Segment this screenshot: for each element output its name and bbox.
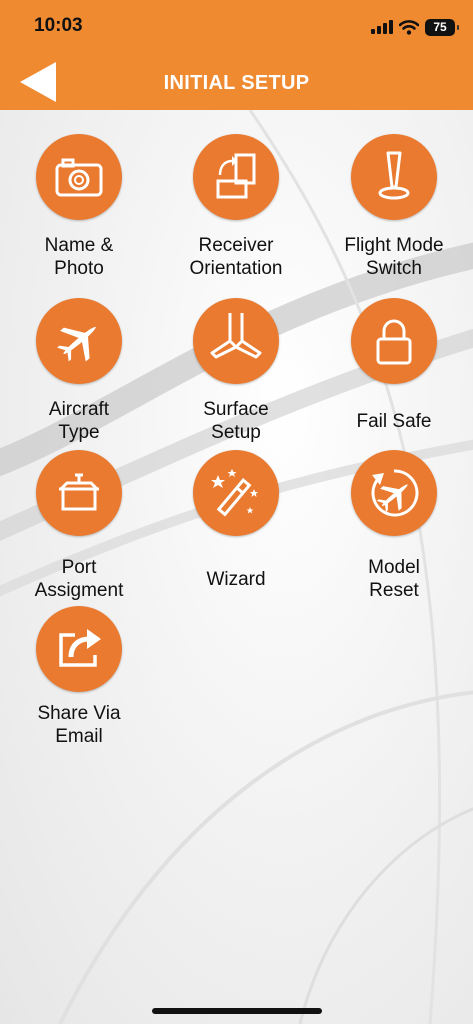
tile-label: Aircraft Type (48, 399, 110, 443)
page-title: INITIAL SETUP (163, 72, 310, 94)
tile-share-via-email[interactable]: Share Via Email (4, 606, 154, 748)
tile-label: Model Reset (368, 557, 420, 601)
tile-circle (36, 606, 122, 692)
tile-circle (193, 450, 279, 536)
battery-icon: 75 (425, 18, 459, 36)
tile-circle (193, 134, 279, 220)
airplane-icon (57, 326, 96, 362)
tile-surface-setup[interactable]: Surface Setup (161, 298, 311, 444)
tile-receiver-orientation[interactable]: Receiver Orientation (161, 134, 311, 280)
battery-level: 75 (433, 20, 447, 34)
tile-circle (193, 298, 279, 384)
tile-label: Port Assigment (34, 557, 124, 601)
switch-icon (378, 151, 410, 200)
tile-label: Surface Setup (203, 399, 269, 443)
rotate-device-icon (216, 153, 256, 199)
camera-icon (55, 158, 103, 197)
header-bar: 10:03 75 INITIAL SETUP (0, 0, 473, 110)
tile-label: Flight Mode Switch (344, 235, 444, 279)
home-indicator[interactable] (152, 1008, 322, 1014)
tile-flight-mode-switch[interactable]: Flight Mode Switch (319, 134, 469, 280)
tile-circle (36, 298, 122, 384)
tile-label: Share Via Email (37, 703, 121, 747)
tile-circle (36, 450, 122, 536)
tile-label: Fail Safe (356, 411, 432, 432)
signal-icon (371, 20, 393, 34)
status-time: 10:03 (34, 15, 83, 36)
tile-circle (36, 134, 122, 220)
tile-name-photo[interactable]: Name & Photo (4, 134, 154, 280)
tile-port-assigment[interactable]: Port Assigment (4, 450, 154, 602)
tile-fail-safe[interactable]: Fail Safe (319, 298, 469, 433)
tile-circle (351, 134, 437, 220)
lock-icon (376, 319, 412, 365)
wing-surface-icon (210, 313, 262, 359)
tile-label: Receiver Orientation (189, 235, 283, 279)
tile-aircraft-type[interactable]: Aircraft Type (4, 298, 154, 444)
tile-circle (351, 450, 437, 536)
share-icon (59, 629, 101, 667)
tile-circle (351, 298, 437, 384)
status-icons: 75 (371, 16, 459, 38)
reset-airplane-icon (371, 469, 419, 517)
wifi-icon (399, 19, 419, 35)
tile-wizard[interactable]: Wizard (161, 450, 311, 591)
tile-label: Wizard (206, 569, 266, 590)
port-icon (59, 473, 99, 511)
tile-model-reset[interactable]: Model Reset (319, 450, 469, 602)
magic-wand-icon (211, 469, 258, 517)
tile-label: Name & Photo (44, 235, 114, 279)
